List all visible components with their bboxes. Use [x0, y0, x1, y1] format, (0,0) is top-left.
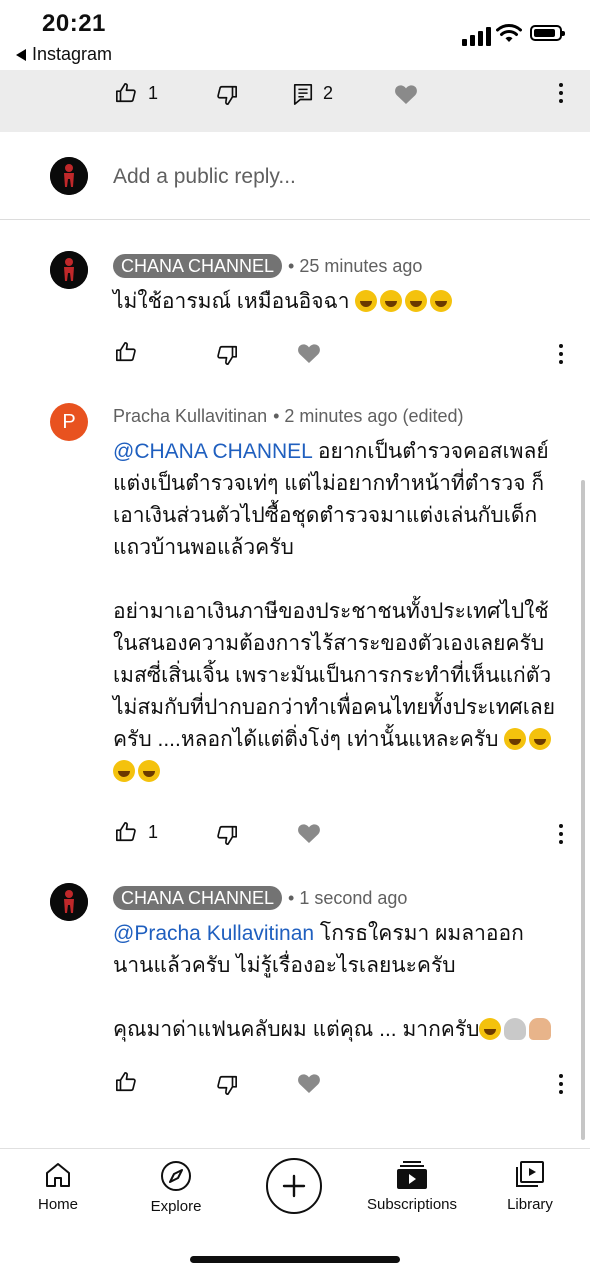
more-options-icon[interactable]: [559, 1074, 565, 1094]
comment-time: • 25 minutes ago: [288, 255, 423, 276]
reply-input[interactable]: Add a public reply...: [113, 165, 296, 189]
nav-label: Library: [507, 1196, 553, 1213]
comment-meta: CHANA CHANNEL • 25 minutes ago: [113, 254, 422, 278]
more-options-icon[interactable]: [559, 344, 565, 364]
nav-label: Subscriptions: [366, 1196, 458, 1213]
scrollbar[interactable]: [581, 480, 585, 1140]
comment-line: นานแล้วครับ ไม่รู้เรื่องอะไรเลยนะครับ: [113, 954, 456, 977]
dislike-icon[interactable]: [216, 84, 238, 106]
parent-reply-count: 2: [323, 83, 334, 103]
home-indicator[interactable]: [190, 1256, 400, 1263]
comment-line: อย่ามาเอาเงินภาษีของประชาชนทั้งประเทศไปใ…: [113, 600, 549, 623]
comment-time: • 2 minutes ago (edited): [273, 406, 464, 426]
library-icon: [516, 1161, 544, 1187]
nav-home[interactable]: Home: [0, 1160, 118, 1213]
comment-meta: Pracha Kullavitinan • 2 minutes ago (edi…: [113, 406, 464, 427]
comment-line: แต่งเป็นตำรวจเท่ๆ แต่ไม่อยากทำหน้าที่ตำร…: [113, 472, 545, 495]
avatar: [50, 883, 88, 921]
comment-time: • 1 second ago: [288, 887, 408, 908]
comment-line: โกรธใครมา ผมลาออก: [314, 922, 524, 945]
user-avatar-icon: [50, 883, 88, 921]
emoji-icon: [479, 1018, 554, 1041]
like-icon[interactable]: [115, 821, 137, 843]
like-count: 1: [148, 822, 159, 842]
compass-icon: [161, 1161, 191, 1191]
nav-label: Home: [37, 1196, 78, 1213]
comment-line: ครับ ....หลอกได้แต่ติ่งโง่ๆ เท่านั้นแหละ…: [113, 728, 499, 751]
nav-label: Explore: [150, 1198, 202, 1215]
avatar: P: [50, 403, 88, 441]
back-app-label: Instagram: [32, 44, 113, 64]
author-chip[interactable]: CHANA CHANNEL: [113, 886, 283, 910]
more-options-icon[interactable]: [559, 824, 565, 844]
parent-like-count: 1: [148, 83, 159, 103]
avatar: [50, 157, 88, 195]
heart-icon[interactable]: [297, 342, 321, 364]
comment-line: เมสซี่เสิ่นเจิ้น เพราะมันเป็นการกระทำที่…: [113, 664, 552, 687]
dislike-icon[interactable]: [216, 344, 238, 366]
comment-text: ไม่ใช้อารมณ์ เหมือนอิจฉา: [113, 286, 563, 318]
heart-icon[interactable]: [394, 83, 418, 105]
back-arrow-icon: [16, 48, 26, 61]
author-name[interactable]: Pracha Kullavitinan: [113, 406, 267, 427]
nav-subscriptions[interactable]: Subscriptions: [352, 1160, 472, 1213]
create-button[interactable]: [266, 1158, 322, 1214]
nav-explore[interactable]: Explore: [116, 1160, 236, 1215]
author-chip[interactable]: CHANA CHANNEL: [113, 254, 283, 278]
plus-icon: [282, 1174, 306, 1198]
subscriptions-icon: [397, 1161, 427, 1189]
user-avatar-icon: [50, 157, 88, 195]
user-avatar-icon: [50, 251, 88, 289]
comment-line: เอาเงินส่วนตัวไปซื้อชุดตำรวจมาแต่งเล่นกั…: [113, 504, 538, 527]
comment-text: @CHANA CHANNEL อยากเป็นตำรวจคอสเพลย์ แต่…: [113, 436, 573, 788]
home-icon: [46, 1163, 70, 1187]
comment-line: ในสนองความต้องการไร้สาระของตัวเองเลยครับ: [113, 632, 545, 655]
heart-icon[interactable]: [297, 1072, 321, 1094]
dislike-icon[interactable]: [216, 1074, 238, 1096]
mention-link[interactable]: @Pracha Kullavitinan: [113, 922, 314, 945]
rofl-emoji-icon: [355, 290, 455, 313]
heart-icon[interactable]: [297, 822, 321, 844]
comment-line: คุณมาด่าแฟนคลับผม แต่คุณ ... มากครับ: [113, 1018, 480, 1041]
comment-line: อยากเป็นตำรวจคอสเพลย์: [312, 440, 549, 463]
more-options-icon[interactable]: [559, 83, 565, 103]
like-icon[interactable]: [115, 341, 137, 363]
back-to-app-button[interactable]: Instagram: [16, 44, 112, 65]
rofl-emoji-icon: [113, 760, 163, 783]
mention-link[interactable]: @CHANA CHANNEL: [113, 440, 312, 463]
comment-line: แถวบ้านพอแล้วครับ: [113, 536, 294, 559]
dislike-icon[interactable]: [216, 824, 238, 846]
like-icon[interactable]: [115, 1071, 137, 1093]
cellular-signal-icon: [462, 26, 491, 46]
comment-meta: CHANA CHANNEL • 1 second ago: [113, 886, 407, 910]
wifi-icon: [496, 24, 522, 42]
nav-library[interactable]: Library: [470, 1160, 590, 1213]
battery-icon: [530, 25, 565, 41]
comment-line: ไม่สมกับที่ปากบอกว่าทำเพื่อคนไทยทั้งประเ…: [113, 696, 556, 719]
comment-text: @Pracha Kullavitinan โกรธใครมา ผมลาออก น…: [113, 918, 573, 1046]
rofl-emoji-icon: [504, 728, 554, 751]
status-time: 20:21: [42, 10, 106, 37]
comment-text-content: ไม่ใช้อารมณ์ เหมือนอิจฉา: [113, 290, 350, 313]
reply-comment-icon[interactable]: [292, 82, 314, 106]
like-icon[interactable]: [115, 82, 137, 104]
avatar: [50, 251, 88, 289]
